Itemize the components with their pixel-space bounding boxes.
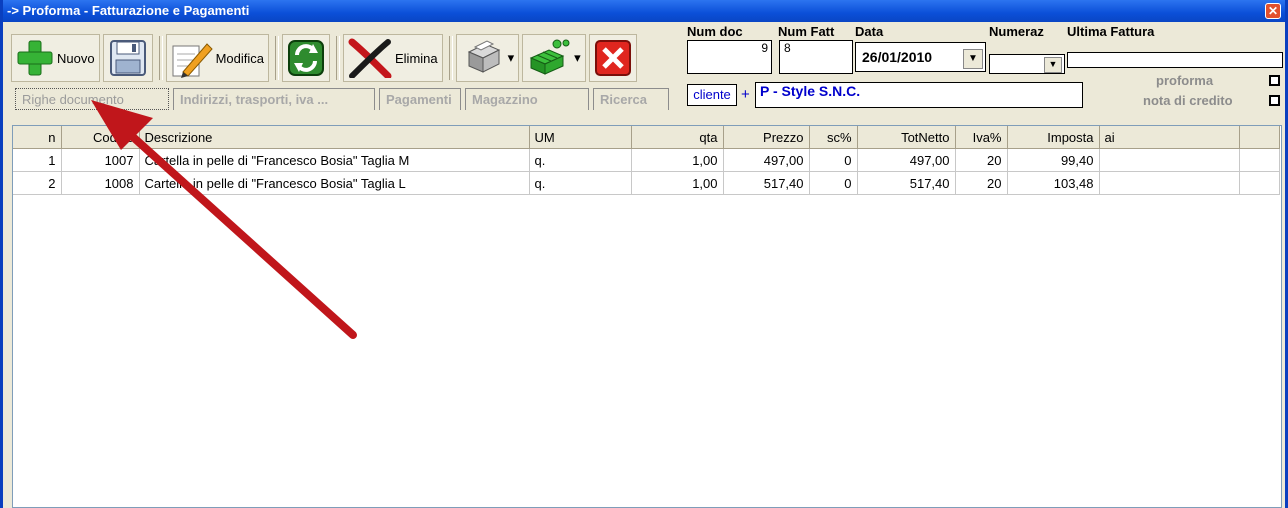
app-window: -> Proforma - Fatturazione e Pagamenti ✕…: [0, 0, 1288, 508]
annotation-arrow: [91, 100, 357, 339]
